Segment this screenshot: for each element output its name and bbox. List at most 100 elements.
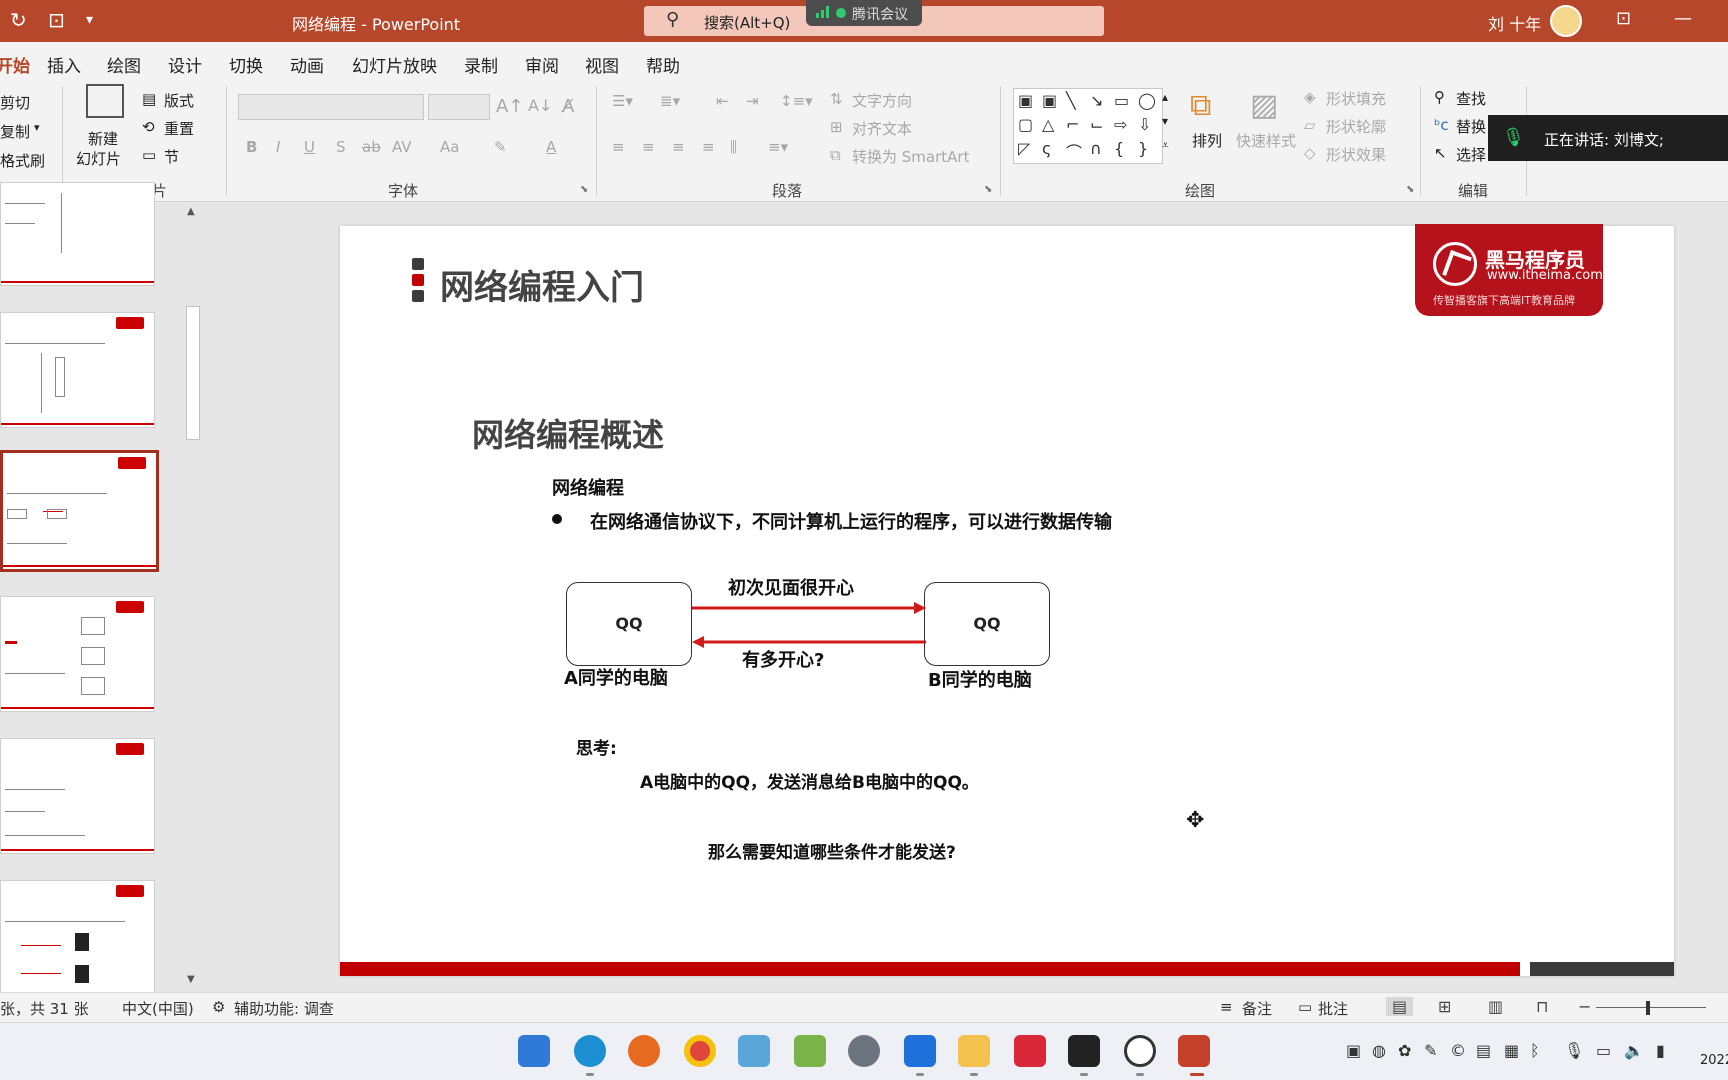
tab-record[interactable]: 录制 xyxy=(464,52,498,77)
gallery-up-icon[interactable]: ▴ xyxy=(1162,90,1168,104)
shadow-button[interactable]: S xyxy=(336,138,346,156)
cut-button[interactable]: 剪切 xyxy=(0,92,30,113)
edge-icon[interactable] xyxy=(574,1035,606,1067)
brace-left-icon[interactable]: { xyxy=(1114,139,1124,158)
slideshow-view-icon[interactable]: ⊓ xyxy=(1536,997,1548,1016)
connector-icon[interactable]: ⌐ xyxy=(1066,115,1079,134)
triangle-shape-icon[interactable]: △ xyxy=(1042,115,1054,134)
scroll-down-icon[interactable]: ▼ xyxy=(187,974,195,985)
clock-app-icon[interactable] xyxy=(1124,1035,1156,1067)
shape-gallery[interactable]: ▣ ▣ ╲ ↘ ▭ ◯ ▢ △ ⌐ ⌙ ⇨ ⇩ ◸ ς ⌒ ∩ { } xyxy=(1013,88,1163,164)
replace-button[interactable]: 替换 xyxy=(1456,116,1486,137)
comments-button[interactable]: 批注 xyxy=(1318,998,1348,1019)
underline-button[interactable]: U xyxy=(304,138,315,156)
minimize-icon[interactable]: — xyxy=(1674,8,1692,29)
arrow-top-label[interactable]: 初次见面很开心 xyxy=(728,574,854,600)
bold-button[interactable]: B xyxy=(246,138,257,156)
freeform-icon[interactable]: ◸ xyxy=(1018,139,1030,158)
quick-styles-button[interactable]: 快速样式 xyxy=(1236,130,1296,151)
justify-icon[interactable]: ≡ xyxy=(702,138,715,156)
textbox-shape-icon[interactable]: ▣ xyxy=(1018,91,1033,110)
tab-slideshow[interactable]: 幻灯片放映 xyxy=(352,52,437,77)
computer-a-caption[interactable]: A同学的电脑 xyxy=(564,664,668,690)
bluetooth-icon[interactable]: ᛒ xyxy=(1530,1041,1540,1060)
change-case-button[interactable]: Aa xyxy=(440,138,459,156)
tab-design[interactable]: 设计 xyxy=(168,52,202,77)
xmind-icon[interactable] xyxy=(1014,1035,1046,1067)
tab-home[interactable]: 开始 xyxy=(0,52,30,85)
thumbnail-scrollbar[interactable]: ▲ ▼ xyxy=(184,202,202,992)
tab-animations[interactable]: 动画 xyxy=(290,52,324,77)
slide-counter[interactable]: 张，共 31 张 xyxy=(0,998,89,1019)
normal-view-icon[interactable]: ▤ xyxy=(1386,997,1414,1016)
ribbon-display-icon[interactable]: ⊡ xyxy=(1616,8,1631,29)
vertical-textbox-icon[interactable]: ▣ xyxy=(1042,91,1057,110)
tab-view[interactable]: 视图 xyxy=(585,52,619,77)
tab-help[interactable]: 帮助 xyxy=(646,52,680,77)
slide-thumbnail[interactable] xyxy=(0,182,155,286)
scribble-icon[interactable]: ς xyxy=(1042,139,1051,158)
oval-shape-icon[interactable]: ◯ xyxy=(1138,91,1156,110)
font-launcher-icon[interactable]: ⬊ xyxy=(580,184,588,195)
user-name[interactable]: 刘 十年 xyxy=(1488,11,1541,35)
network-icon[interactable]: ▭ xyxy=(1596,1041,1611,1060)
scroll-thumb[interactable] xyxy=(186,306,200,440)
quick-styles-icon[interactable]: ▨ xyxy=(1250,88,1278,123)
tray-app-icon[interactable]: ◍ xyxy=(1372,1041,1386,1060)
increase-font-icon[interactable]: A↑ xyxy=(496,96,523,117)
gallery-more-icon[interactable]: ⩡ xyxy=(1162,138,1169,153)
line-shape-icon[interactable]: ╲ xyxy=(1066,91,1076,110)
powerpoint-icon[interactable] xyxy=(1178,1035,1210,1067)
font-family-dropdown[interactable] xyxy=(238,94,424,120)
decrease-font-icon[interactable]: A↓ xyxy=(528,96,552,115)
new-slide-icon[interactable] xyxy=(86,84,124,118)
section-button[interactable]: 节 xyxy=(164,146,179,167)
computer-b-caption[interactable]: B同学的电脑 xyxy=(928,666,1032,692)
chrome-icon[interactable] xyxy=(684,1035,716,1067)
gallery-down-icon[interactable]: ▾ xyxy=(1162,114,1168,128)
line-spacing-icon[interactable]: ↕≡▾ xyxy=(780,92,813,110)
tab-review[interactable]: 审阅 xyxy=(525,52,559,77)
tab-transitions[interactable]: 切换 xyxy=(229,52,263,77)
clock[interactable]: 2022 xyxy=(1700,1053,1728,1068)
arrow-line-icon[interactable]: ↘ xyxy=(1090,91,1103,110)
numbering-icon[interactable]: ≣▾ xyxy=(660,92,680,110)
drawing-launcher-icon[interactable]: ⬊ xyxy=(1406,184,1414,195)
tray-box-icon[interactable]: ▤ xyxy=(1476,1041,1491,1060)
slide-thumbnail[interactable] xyxy=(0,596,155,712)
start-icon[interactable] xyxy=(518,1035,550,1067)
italic-button[interactable]: I xyxy=(276,138,280,156)
battery-icon[interactable]: ▮ xyxy=(1656,1041,1665,1060)
highlight-icon[interactable]: ✎ xyxy=(494,138,507,156)
format-painter-button[interactable]: 格式刷 xyxy=(0,150,45,171)
autosave-icon[interactable]: ↻ xyxy=(10,8,27,32)
arrow-bottom-label[interactable]: 有多开心? xyxy=(742,646,824,672)
section-heading[interactable]: 网络编程 xyxy=(552,474,624,500)
reset-button[interactable]: 重置 xyxy=(164,118,194,139)
tray-tool-icon[interactable]: ✎ xyxy=(1424,1041,1437,1060)
bullets-icon[interactable]: ☰▾ xyxy=(612,92,633,110)
new-slide-label-1[interactable]: 新建 xyxy=(88,128,118,149)
rounded-rect-icon[interactable]: ▢ xyxy=(1018,115,1033,134)
microphone-tray-icon[interactable]: 🎙 xyxy=(1564,1041,1584,1060)
align-center-icon[interactable]: ≡ xyxy=(642,138,655,156)
scroll-up-icon[interactable]: ▲ xyxy=(187,206,195,217)
new-slide-label-2[interactable]: 幻灯片 xyxy=(76,148,121,169)
slide-sorter-icon[interactable]: ⊞ xyxy=(1438,997,1451,1016)
tray-nvidia-icon[interactable]: ▦ xyxy=(1504,1041,1519,1060)
arrange-button[interactable]: 排列 xyxy=(1192,130,1222,151)
align-left-icon[interactable]: ≡ xyxy=(612,138,625,156)
slide-canvas[interactable]: 网络编程入门 黑马程序员 www.itheima.com 传智播客旗下高端IT教… xyxy=(340,224,1674,976)
slide-thumbnail[interactable] xyxy=(0,880,155,996)
tray-swirl-icon[interactable]: ✿ xyxy=(1398,1041,1411,1060)
align-dist-icon[interactable]: ≡▾ xyxy=(768,138,788,156)
find-button[interactable]: 查找 xyxy=(1456,88,1486,109)
slide-thumbnail-selected[interactable] xyxy=(0,450,159,572)
font-size-dropdown[interactable] xyxy=(428,94,490,120)
smartart-button[interactable]: 转换为 SmartArt xyxy=(852,146,969,167)
notes-button[interactable]: 备注 xyxy=(1242,998,1272,1019)
avatar[interactable] xyxy=(1550,5,1582,37)
accessibility-status[interactable]: 辅助功能: 调查 xyxy=(234,998,334,1019)
decrease-indent-icon[interactable]: ⇤ xyxy=(716,92,729,110)
clear-format-icon[interactable]: A̸ xyxy=(562,96,574,117)
